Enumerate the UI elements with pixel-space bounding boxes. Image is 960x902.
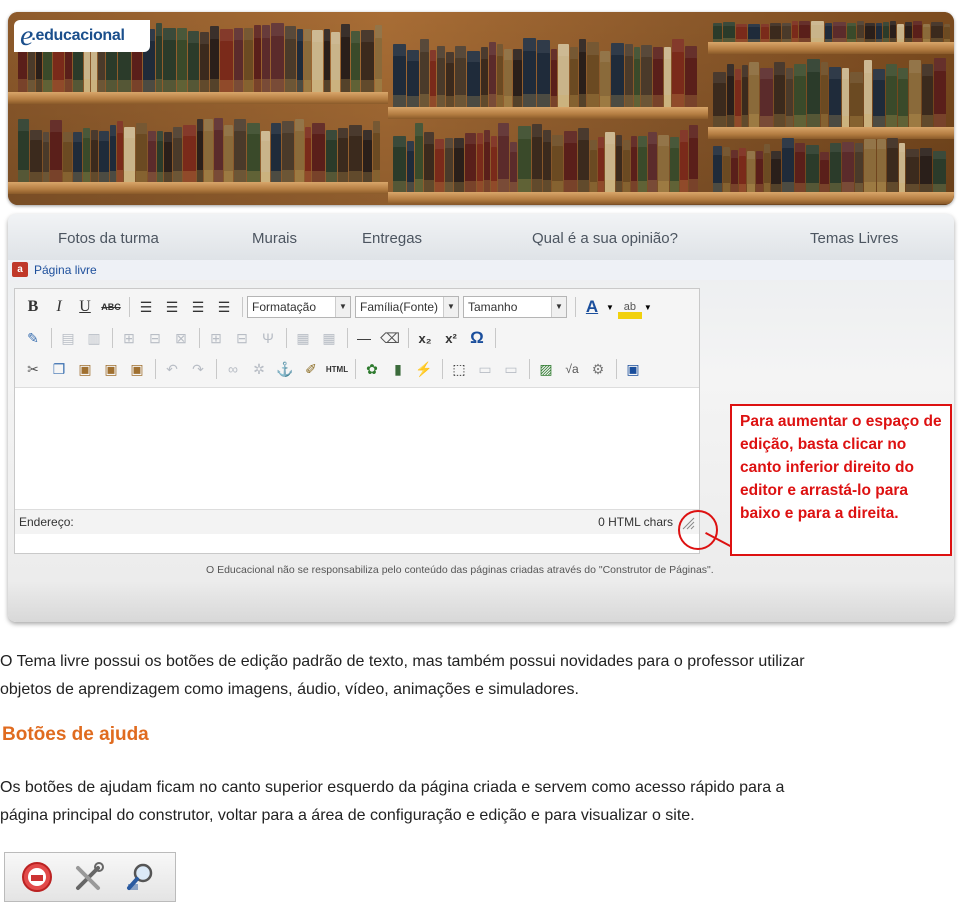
address-label: Endereço: <box>19 515 74 529</box>
screenshot-figure: e .educacional Fotos da turma Murais Ent… <box>2 4 958 628</box>
toolbar-row-2: ✎ ▤ ▥ ⊞ ⊟ ⊠ ⊞ ⊟ Ψ ▦ ▦ — ⌫ x₂ x² Ω <box>21 324 500 352</box>
unlink-icon[interactable]: ✲ <box>247 357 271 381</box>
section-heading: Botões de ajuda <box>2 724 149 745</box>
magnifier-icon <box>127 863 153 890</box>
table-icon-6[interactable]: Ψ <box>256 326 280 350</box>
italic-button[interactable]: I <box>47 295 71 319</box>
educacional-logo[interactable]: e .educacional <box>14 20 150 52</box>
font-color-button[interactable]: A <box>580 295 604 319</box>
toolbar-row-3: ✂ ❐ ▣ ▣ ▣ ↶ ↷ ∞ ✲ ⚓ ✐ HTML ✿ ▮ ⚡ ⬚ ▭ ▭ ▨… <box>21 355 647 383</box>
rich-text-editor: B I U ABC ☰ ☰ ☰ ☰ Formatação ▼ Família(Fo… <box>14 288 700 554</box>
strikethrough-button[interactable]: ABC <box>99 295 123 319</box>
highlight-circle <box>678 510 718 550</box>
help-buttons-bar <box>4 852 176 902</box>
table-insert-icon[interactable]: ▦ <box>291 326 315 350</box>
align-justify-icon[interactable]: ☰ <box>212 295 236 319</box>
home-icon <box>22 862 52 892</box>
brush-icon[interactable]: ✐ <box>299 357 323 381</box>
page-icon: a <box>12 262 28 277</box>
subscript-button[interactable]: x₂ <box>413 326 437 350</box>
superscript-button[interactable]: x² <box>439 326 463 350</box>
page-title[interactable]: Página livre <box>34 263 97 277</box>
format-select[interactable]: Formatação ▼ <box>247 296 351 318</box>
font-family-select[interactable]: Família(Fonte) ▼ <box>355 296 459 318</box>
nav-entregas[interactable]: Entregas <box>362 230 422 247</box>
bookshelf-banner: e .educacional <box>8 12 954 205</box>
editor-statusbar: Endereço: 0 HTML chars <box>15 509 699 534</box>
top-nav: Fotos da turma Murais Entregas Qual é a … <box>8 214 954 260</box>
select-area-icon[interactable]: ⬚ <box>447 357 471 381</box>
font-size-select[interactable]: Tamanho ▼ <box>463 296 567 318</box>
insert-row-icon[interactable]: ▤ <box>56 326 80 350</box>
paragraph-1-line-2: objetos de aprendizagem como imagens, áu… <box>0 681 579 698</box>
align-left-icon[interactable]: ☰ <box>134 295 158 319</box>
resize-callout: Para aumentar o espaço de edição, basta … <box>730 404 952 556</box>
undo-icon[interactable]: ↶ <box>160 357 184 381</box>
preview-button[interactable] <box>121 857 161 897</box>
link-icon[interactable]: ∞ <box>221 357 245 381</box>
layer-icon-1[interactable]: ▭ <box>473 357 497 381</box>
anchor-icon[interactable]: ⚓ <box>273 357 297 381</box>
image-icon[interactable]: ✿ <box>360 357 384 381</box>
highlight-color-button[interactable]: ab <box>617 295 642 319</box>
redo-icon[interactable]: ↷ <box>186 357 210 381</box>
paste-word-icon[interactable]: ▣ <box>125 357 149 381</box>
tools-button[interactable] <box>69 857 109 897</box>
picture-icon[interactable]: ▨ <box>534 357 558 381</box>
paragraph-2-line-1: Os botões de ajudam ficam no canto super… <box>0 779 785 796</box>
toolbar-row-1: B I U ABC ☰ ☰ ☰ ☰ Formatação ▼ Família(Fo… <box>21 293 652 321</box>
save-icon[interactable]: ▣ <box>621 357 645 381</box>
disclaimer-text: O Educacional não se responsabiliza pelo… <box>206 564 714 576</box>
html-button[interactable]: HTML <box>325 357 349 381</box>
table-icon-4[interactable]: ⊞ <box>204 326 228 350</box>
eraser-icon[interactable]: ⌫ <box>378 326 402 350</box>
nav-fotos-da-turma[interactable]: Fotos da turma <box>58 230 159 247</box>
paragraph-1-line-1: O Tema livre possui os botões de edição … <box>0 653 805 670</box>
tools-icon <box>76 862 104 890</box>
nav-murais[interactable]: Murais <box>252 230 297 247</box>
copy-icon[interactable]: ❐ <box>47 357 71 381</box>
paste-text-icon[interactable]: ▣ <box>99 357 123 381</box>
insert-col-icon[interactable]: ▥ <box>82 326 106 350</box>
table-icon-5[interactable]: ⊟ <box>230 326 254 350</box>
editor-toolbars: B I U ABC ☰ ☰ ☰ ☰ Formatação ▼ Família(Fo… <box>15 289 699 388</box>
cut-icon[interactable]: ✂ <box>21 357 45 381</box>
page-builder-panel: Fotos da turma Murais Entregas Qual é a … <box>8 214 954 622</box>
bold-button[interactable]: B <box>21 295 45 319</box>
nav-temas-livres[interactable]: Temas Livres <box>810 230 898 247</box>
table-props-icon[interactable]: ▦ <box>317 326 341 350</box>
table-icon-2[interactable]: ⊟ <box>143 326 167 350</box>
underline-button[interactable]: U <box>73 295 97 319</box>
paragraph-2-line-2: página principal do construtor, voltar p… <box>0 807 695 824</box>
horizontal-rule-icon[interactable]: — <box>352 326 376 350</box>
char-count: 0 HTML chars <box>598 515 673 529</box>
nav-opiniao[interactable]: Qual é a sua opinião? <box>532 230 678 247</box>
edit-source-icon[interactable]: ✎ <box>21 326 45 350</box>
table-icon-1[interactable]: ⊞ <box>117 326 141 350</box>
flash-icon[interactable]: ⚡ <box>412 357 436 381</box>
video-icon[interactable]: ▮ <box>386 357 410 381</box>
home-button[interactable] <box>17 857 57 897</box>
special-char-button[interactable]: Ω <box>465 326 489 350</box>
layer-icon-2[interactable]: ▭ <box>499 357 523 381</box>
edit-area[interactable] <box>15 388 699 508</box>
paste-icon[interactable]: ▣ <box>73 357 97 381</box>
formula-icon[interactable]: √a <box>560 357 584 381</box>
align-right-icon[interactable]: ☰ <box>186 295 210 319</box>
table-icon-3[interactable]: ⊠ <box>169 326 193 350</box>
align-center-icon[interactable]: ☰ <box>160 295 184 319</box>
settings-gear-icon[interactable]: ⚙ <box>586 357 610 381</box>
page-title-bar: a Página livre <box>8 260 954 280</box>
